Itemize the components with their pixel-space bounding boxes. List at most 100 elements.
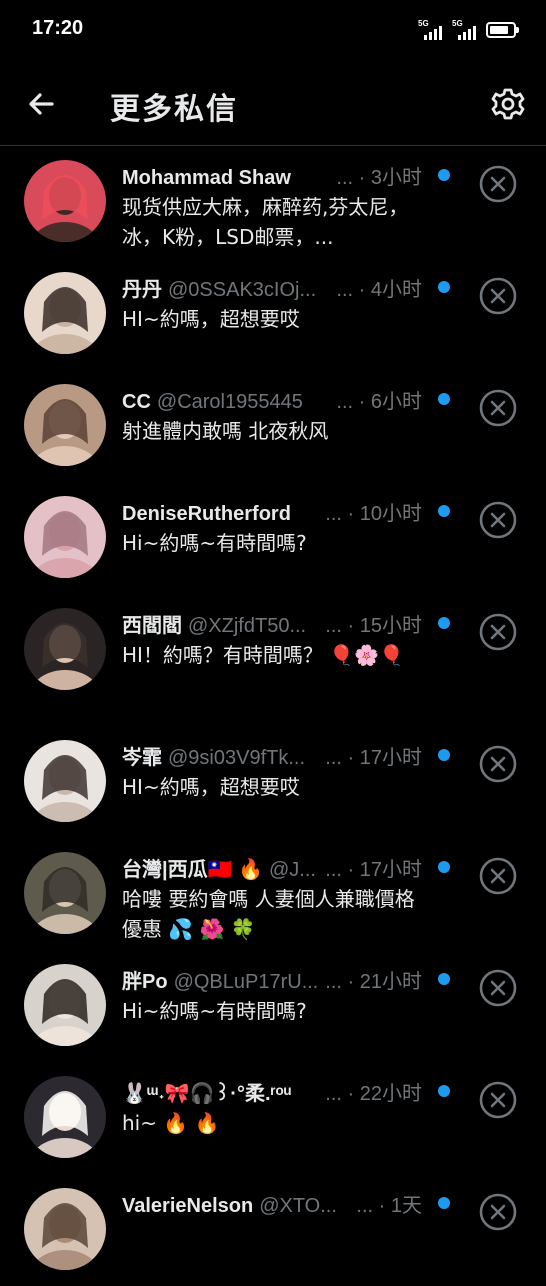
timestamp-group: ... · 6小时 [332,388,422,416]
avatar[interactable] [24,740,106,822]
sender-name: Mohammad Shaw [122,167,291,189]
message-request-row[interactable]: DeniseRutherford ... · 10小时 Hi~約嗎~有時間嗎? [0,482,546,594]
timestamp-group: ... · 17小时 [321,856,422,884]
timestamp-group: ... · 3小时 [332,164,422,192]
dismiss-button[interactable] [478,1080,518,1120]
separator: ... · [325,1083,360,1105]
avatar[interactable] [24,852,106,934]
message-preview: 现货供应大麻，麻醉药,芬太尼，冰，K粉，LSD邮票，... [122,195,409,249]
close-circle-icon [479,277,517,315]
message-preview: HI！約嗎？有時間嗎？ 🎈🌸🎈 [122,643,405,667]
message-preview: Hi~約嗎~有時間嗎? [122,531,307,555]
message-request-row[interactable]: 岑霏 @9si03V9fTk... ... · 17小时 HI~約嗎，超想要哎 [0,726,546,838]
timestamp: 1天 [390,1195,422,1217]
timestamp: 15小时 [359,615,422,637]
sender-name: DeniseRutherford [122,503,291,525]
timestamp: 10小时 [359,503,422,525]
sender-name: CC [122,391,151,413]
dismiss-button[interactable] [478,744,518,784]
unread-indicator [438,281,450,293]
message-preview: 射進體内敢嗎 北夜秋风 [122,419,329,443]
timestamp-group: ... · 22小时 [321,1080,422,1108]
close-circle-icon [479,745,517,783]
close-circle-icon [479,613,517,651]
avatar[interactable] [24,272,106,354]
sender-handle: @QBLuP17rU... [173,971,319,993]
unread-indicator [438,1197,450,1209]
dismiss-button[interactable] [478,164,518,204]
message-request-row[interactable]: 🐰ᵚ˖🎀🎧꒱·°柔.ʳᵒᵘ ... · 22小时 hi~ 🔥 🔥 [0,1062,546,1174]
message-request-row[interactable]: 胖Po @QBLuP17rU...... · 21小时 Hi~約嗎~有時間嗎? [0,950,546,1062]
avatar[interactable] [24,160,106,242]
dismiss-button[interactable] [478,968,518,1008]
separator: ... · [325,747,360,769]
sender-handle: @9si03V9fTk... [168,747,306,769]
back-button[interactable] [22,84,62,124]
unread-indicator [438,973,450,985]
timestamp-group: ... · 4小时 [332,276,422,304]
page-title: 更多私信 [110,92,238,127]
unread-indicator [438,861,450,873]
dismiss-button[interactable] [478,500,518,540]
dismiss-button[interactable] [478,1192,518,1232]
status-bar: 17:20 5G 5G [0,0,546,62]
header: 更多私信 [0,62,546,146]
dismiss-button[interactable] [478,856,518,896]
avatar[interactable] [24,496,106,578]
sender-name: ValerieNelson [122,1195,254,1217]
message-preview: hi~ 🔥 🔥 [122,1111,220,1135]
message-request-row[interactable]: Mohammad Shaw ... · 3小时现货供应大麻，麻醉药,芬太尼，冰，K… [0,146,546,258]
message-request-row[interactable]: 西閻閻 @XZjfdT50... ... · 15小时 HI！約嗎？有時間嗎？ 🎈🌸🎈 [0,594,546,726]
cellular-signal-icon: 5G [452,19,478,41]
separator: ... · [325,503,360,525]
dismiss-button[interactable] [478,612,518,652]
arrow-left-icon [29,93,54,115]
status-icons: 5G 5G [418,18,519,42]
close-circle-icon [479,969,517,1007]
sender-handle: @0SSAK3cIOj... [168,279,317,301]
separator: ... · [325,859,360,881]
message-request-row[interactable]: 丹丹 @0SSAK3cIOj... ... · 4小时 HI~約嗎，超想要哎 [0,258,546,370]
timestamp: 17小时 [359,747,422,769]
timestamp: 21小时 [359,971,422,993]
settings-button[interactable] [488,84,528,124]
timestamp-group: ... · 17小时 [321,744,422,772]
dismiss-button[interactable] [478,276,518,316]
unread-indicator [438,749,450,761]
sender-name: 西閻閻 [122,615,182,637]
message-request-row[interactable]: 台灣|西瓜🇹🇼 🔥 @J...... · 17小时 哈嘍 要約會嗎 人妻個人兼職價格… [0,838,546,950]
gear-icon [491,88,525,120]
close-circle-icon [479,1081,517,1119]
unread-indicator [438,393,450,405]
close-circle-icon [479,389,517,427]
timestamp: 4小时 [370,279,422,301]
timestamp: 3小时 [370,167,422,189]
separator: ... · [336,279,371,301]
status-time: 17:20 [32,17,84,39]
separator: ... · [356,1195,391,1217]
avatar[interactable] [24,608,106,690]
sender-name: 丹丹 [122,279,162,301]
separator: ... · [325,971,360,993]
avatar[interactable] [24,384,106,466]
sender-handle: @XTO... [259,1195,337,1217]
timestamp-group: ... · 15小时 [321,612,422,640]
dismiss-button[interactable] [478,388,518,428]
unread-indicator [438,169,450,181]
avatar[interactable] [24,964,106,1046]
separator: ... · [325,615,360,637]
message-request-row[interactable]: ValerieNelson @XTO... ... · 1天 [0,1174,546,1286]
message-preview: HI~約嗎，超想要哎 [122,775,300,799]
message-request-row[interactable]: CC @Carol1955445 ... · 6小时 射進體内敢嗎 北夜秋风 [0,370,546,482]
unread-indicator [438,1085,450,1097]
battery-icon [486,22,519,38]
avatar[interactable] [24,1076,106,1158]
unread-indicator [438,505,450,517]
separator: ... · [336,167,371,189]
avatar[interactable] [24,1188,106,1270]
timestamp-group: ... · 10小时 [321,500,422,528]
separator: ... · [336,391,371,413]
close-circle-icon [479,165,517,203]
sender-handle: @J... [268,859,316,881]
message-preview: HI~約嗎，超想要哎 [122,307,300,331]
